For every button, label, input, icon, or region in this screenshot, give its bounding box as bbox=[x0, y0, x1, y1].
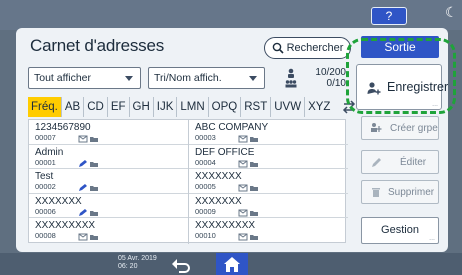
mail-folder-icon bbox=[238, 160, 258, 168]
entry-name: Test bbox=[35, 171, 54, 183]
datetime: 05 Avr. 2019 06: 20 bbox=[118, 255, 157, 271]
page-title: Carnet d'adresses bbox=[30, 36, 165, 55]
edit-label: Éditer bbox=[400, 157, 427, 168]
tab-rst[interactable]: RST bbox=[241, 97, 272, 117]
pencil-folder-icon bbox=[79, 184, 98, 192]
entry-name: DEF OFFICE bbox=[195, 146, 255, 158]
tab-ef[interactable]: EF bbox=[107, 97, 130, 117]
entry-name: XXXXXXXXX bbox=[195, 220, 256, 232]
entry-name: XXXXXXX bbox=[195, 195, 242, 207]
filter-value: Tout afficher bbox=[34, 72, 92, 84]
tab-opq[interactable]: OPQ bbox=[208, 97, 242, 117]
filter-dropdown[interactable]: Tout afficher bbox=[28, 67, 141, 89]
mail-folder-icon bbox=[78, 233, 98, 241]
list-item[interactable]: XXXXXXX 00009 bbox=[189, 194, 348, 219]
moon-icon[interactable]: ☾ bbox=[445, 4, 459, 22]
entry-name: 1234567890 bbox=[35, 122, 91, 133]
sort-dropdown[interactable]: Tri/Nom affich. bbox=[148, 67, 265, 89]
delete-button[interactable]: Supprimer bbox=[361, 180, 439, 204]
home-icon bbox=[224, 257, 240, 272]
tab-ijk[interactable]: IJK bbox=[153, 97, 178, 117]
entry-number: 00005 bbox=[195, 182, 216, 192]
address-list: 1234567890 00007 ABC COMPANY 00003 Admin… bbox=[28, 119, 348, 244]
list-item[interactable]: XXXXXXXXX 00010 bbox=[189, 218, 348, 243]
entry-number: 00008 bbox=[35, 231, 56, 241]
tab-ab[interactable]: AB bbox=[61, 97, 85, 117]
tab-lmn[interactable]: LMN bbox=[177, 97, 209, 117]
entry-name: XXXXXXXXX bbox=[35, 220, 96, 232]
trash-icon bbox=[372, 188, 380, 197]
help-button[interactable]: ? bbox=[371, 7, 407, 25]
tab-cd[interactable]: CD bbox=[84, 97, 108, 117]
entry-number: 00010 bbox=[195, 231, 216, 241]
mail-folder-icon bbox=[238, 184, 258, 192]
entry-name: Admin bbox=[35, 146, 64, 158]
create-group-label: Créer grpe bbox=[390, 123, 438, 134]
entry-count: 10/200 0/10 bbox=[300, 67, 346, 89]
entry-name: XXXXXXX bbox=[195, 171, 242, 183]
mail-folder-icon bbox=[238, 233, 258, 241]
entry-number: 00003 bbox=[195, 133, 216, 142]
entry-number: 00002 bbox=[35, 182, 56, 192]
list-item[interactable]: XXXXXXXXX 00008 bbox=[29, 218, 188, 243]
tab-freq[interactable]: Fréq. bbox=[28, 97, 62, 117]
search-icon bbox=[272, 42, 284, 54]
entry-name: XXXXXXX bbox=[35, 195, 82, 207]
pencil-folder-icon bbox=[79, 208, 98, 216]
list-item[interactable]: ABC COMPANY 00003 bbox=[189, 120, 348, 145]
search-button[interactable]: Rechercher bbox=[264, 37, 351, 59]
users-icon bbox=[285, 68, 297, 88]
entry-number: 00009 bbox=[195, 206, 216, 216]
entry-number: 00004 bbox=[195, 157, 216, 167]
count-selected: 0/10 bbox=[326, 78, 346, 89]
sort-value: Tri/Nom affich. bbox=[154, 72, 222, 84]
group-add-icon bbox=[371, 123, 382, 132]
delete-label: Supprimer bbox=[388, 187, 435, 198]
more-dots: ... bbox=[429, 235, 435, 242]
edit-button[interactable]: Éditer bbox=[361, 150, 439, 174]
list-item[interactable]: XXXXXXX 00005 bbox=[189, 169, 348, 194]
list-item[interactable]: DEF OFFICE 00004 bbox=[189, 145, 348, 170]
tab-xyz[interactable]: XYZ bbox=[305, 97, 334, 117]
mail-folder-icon bbox=[238, 209, 258, 217]
count-registered: 10/200 bbox=[315, 67, 346, 78]
pencil-folder-icon bbox=[79, 159, 98, 167]
entry-number: 00007 bbox=[35, 133, 56, 142]
tab-gh[interactable]: GH bbox=[129, 97, 154, 117]
create-group-button[interactable]: Créer grpe bbox=[361, 116, 439, 140]
date-text: 05 Avr. 2019 bbox=[118, 255, 157, 262]
time-text: 06: 20 bbox=[118, 263, 138, 270]
index-tabs: Fréq. AB CD EF GH IJK LMN OPQ RST UVW XY… bbox=[28, 97, 334, 117]
search-label: Rechercher bbox=[286, 42, 344, 54]
home-button[interactable] bbox=[216, 253, 248, 275]
list-item[interactable]: XXXXXXX 00006 bbox=[29, 194, 188, 219]
tab-uvw[interactable]: UVW bbox=[271, 97, 306, 117]
mail-folder-icon bbox=[238, 135, 258, 143]
gestion-label: Gestion bbox=[381, 224, 419, 236]
pencil-icon bbox=[372, 158, 381, 167]
back-arrow-icon[interactable] bbox=[170, 255, 192, 273]
gestion-button[interactable]: Gestion ... bbox=[361, 217, 439, 244]
entry-number: 00001 bbox=[35, 157, 56, 167]
list-item[interactable]: 1234567890 00007 bbox=[29, 120, 188, 145]
list-item[interactable]: Test 00002 bbox=[29, 169, 188, 194]
entry-number: 00006 bbox=[35, 206, 56, 216]
entry-name: ABC COMPANY bbox=[195, 122, 269, 133]
list-item[interactable]: Admin 00001 bbox=[29, 145, 188, 170]
chevron-down-icon bbox=[249, 76, 257, 81]
mail-folder-icon bbox=[78, 135, 98, 143]
chevron-down-icon bbox=[125, 76, 133, 81]
highlight-callout bbox=[346, 38, 456, 114]
